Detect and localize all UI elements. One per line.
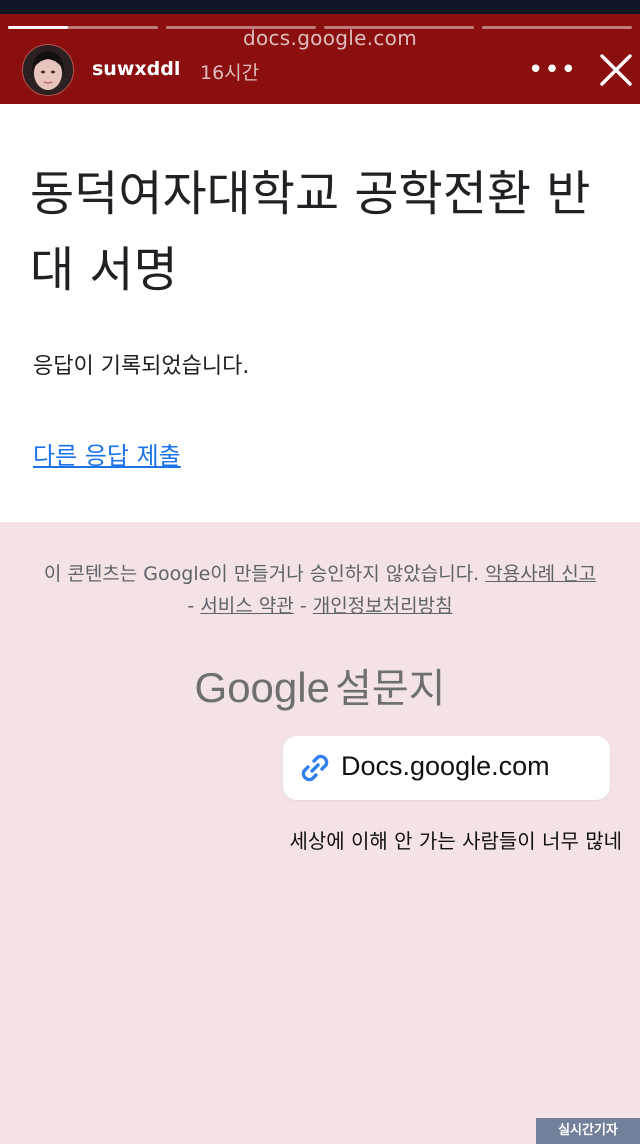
close-icon — [600, 54, 632, 86]
privacy-policy-link[interactable]: 개인정보처리방침 — [313, 595, 453, 617]
submit-another-response-link[interactable]: 다른 응답 제출 — [33, 436, 181, 471]
disclaimer-text: 이 콘텐츠는 Google이 만들거나 승인하지 않았습니다. — [43, 563, 486, 585]
story-caption: 세상에 이해 안 가는 사람들이 너무 많네 — [289, 829, 622, 853]
link-icon — [301, 754, 329, 782]
google-forms-logo[interactable]: Google 설문지 — [0, 656, 640, 714]
link-sticker[interactable]: Docs.google.com — [283, 736, 610, 800]
terms-of-service-link[interactable]: 서비스 약관 — [200, 595, 293, 617]
response-recorded-message: 응답이 기록되었습니다. — [33, 354, 250, 379]
disclaimer: 이 콘텐츠는 Google이 만들거나 승인하지 않았습니다. 악용사례 신고 … — [0, 558, 640, 622]
avatar-image — [23, 45, 73, 95]
timestamp: 16시간 — [200, 62, 260, 84]
more-options-button[interactable]: ••• — [528, 54, 576, 86]
disclaimer-line-2: - 서비스 약관 - 개인정보처리방침 — [0, 590, 640, 622]
report-abuse-link[interactable]: 악용사례 신고 — [485, 563, 596, 585]
status-bar-strip — [0, 0, 640, 14]
close-button[interactable] — [596, 50, 636, 90]
avatar[interactable] — [22, 44, 74, 96]
link-sticker-text: Docs.google.com — [341, 751, 550, 781]
disclaimer-line-1: 이 콘텐츠는 Google이 만들거나 승인하지 않았습니다. 악용사례 신고 — [0, 558, 640, 590]
username[interactable]: suwxddl — [92, 58, 180, 80]
separator: - — [293, 595, 313, 617]
watermark: 실시간기자 — [536, 1118, 640, 1144]
forms-wordmark: 설문지 — [335, 666, 446, 712]
separator: - — [187, 595, 201, 617]
story-url: docs.google.com — [242, 26, 417, 50]
google-wordmark: Google — [194, 664, 330, 711]
form-title: 동덕여자대학교 공학전환 반대 서명 — [30, 166, 591, 298]
